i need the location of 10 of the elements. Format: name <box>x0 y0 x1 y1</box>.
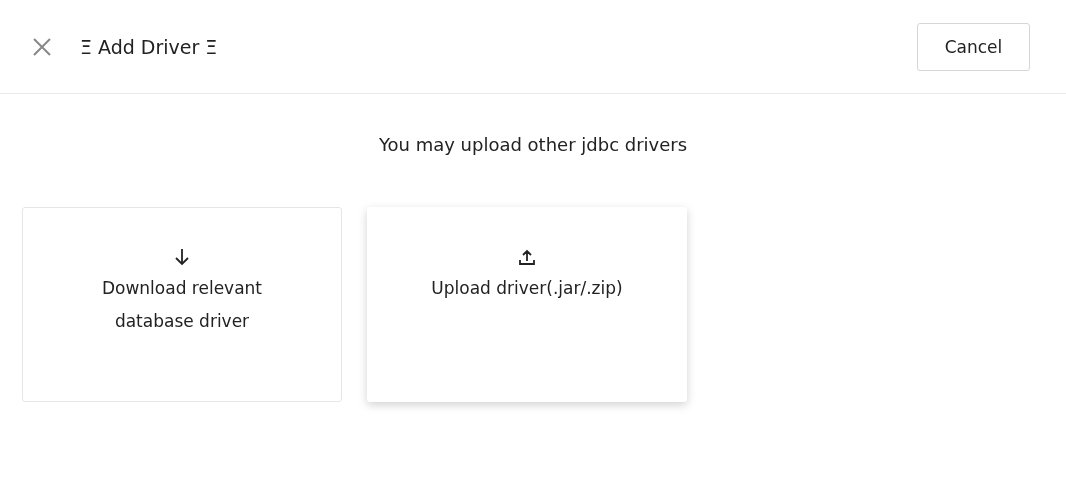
subtitle: You may upload other jdbc drivers <box>377 134 689 155</box>
dialog-title: Ξ Add Driver Ξ <box>80 35 219 58</box>
upload-icon <box>518 248 536 266</box>
option-card[interactable]: Upload driver(.jar/.zip) <box>367 207 687 402</box>
cancel-button[interactable]: Cancel <box>917 22 1030 71</box>
down-arrow-icon <box>174 248 190 266</box>
option-label: Download relevant database driver <box>100 277 264 333</box>
option-label: Upload driver(.jar/.zip) <box>430 277 624 300</box>
close-icon[interactable] <box>32 36 52 57</box>
option-card[interactable]: Download relevant database driver <box>22 207 342 402</box>
